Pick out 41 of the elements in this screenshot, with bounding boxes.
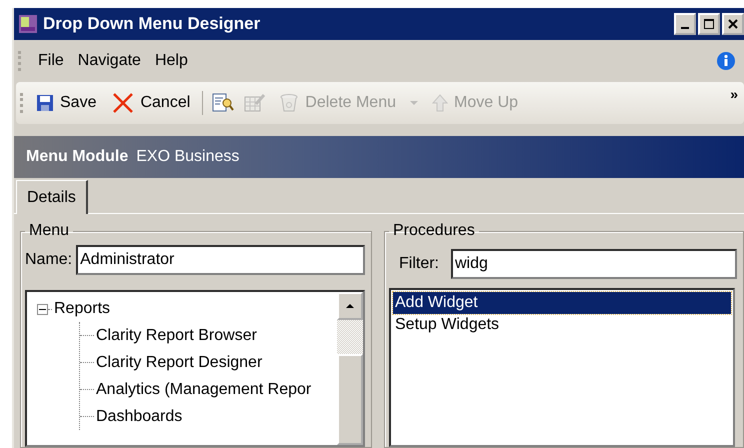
tab[interactable]: Details	[16, 180, 88, 214]
tree-toggle-icon[interactable]	[37, 304, 48, 314]
bin-icon	[279, 93, 300, 113]
minimize-button[interactable]	[674, 13, 696, 35]
toolbar-overflow-button[interactable]: »	[730, 86, 738, 102]
menu-item[interactable]: File	[38, 52, 64, 70]
grid-pencil-icon	[244, 93, 266, 113]
maximize-icon	[704, 19, 714, 29]
up-arrow-icon	[432, 94, 448, 112]
close-button[interactable]	[722, 13, 744, 35]
menu-item[interactable]: Help	[154, 52, 188, 70]
tree-item[interactable]: Analytics (Management Repor	[96, 380, 312, 398]
group-title: Procedures	[392, 222, 476, 240]
filter-field[interactable]: widg	[451, 249, 737, 279]
caret-icon	[409, 100, 419, 106]
app-icon	[19, 15, 37, 33]
scrollbar[interactable]	[337, 292, 363, 445]
tree-item[interactable]: Dashboards	[96, 408, 182, 426]
save-button[interactable]: Save	[30, 92, 102, 114]
tree-item[interactable]: Clarity Report Browser	[96, 326, 257, 344]
minimize-icon	[681, 27, 689, 29]
field-label: Filter:	[399, 255, 439, 273]
group-title: Menu	[28, 222, 70, 240]
list-item[interactable]: Setup Widgets	[393, 314, 731, 336]
module-title: Menu Module	[26, 148, 128, 166]
tree-item[interactable]: Clarity Report Designer	[96, 354, 262, 372]
tree-item[interactable]: Reports	[54, 300, 110, 318]
close-icon	[728, 19, 738, 29]
scroll-up-icon[interactable]	[345, 303, 355, 309]
module-subtitle: EXO Business	[136, 148, 240, 166]
field-label: Name:	[25, 251, 72, 269]
menu-item[interactable]: Navigate	[78, 52, 141, 70]
list-item[interactable]: Add Widget	[393, 292, 731, 314]
cross-icon	[112, 93, 134, 113]
info-icon[interactable]	[716, 51, 736, 71]
window-title: Drop Down Menu Designer	[43, 14, 262, 34]
maximize-button[interactable]	[698, 13, 720, 35]
name-field[interactable]: Administrator	[76, 245, 365, 275]
document-magnifier-icon	[212, 93, 234, 113]
cancel-button[interactable]: Cancel	[106, 91, 196, 115]
scroll-thumb[interactable]	[337, 354, 363, 445]
